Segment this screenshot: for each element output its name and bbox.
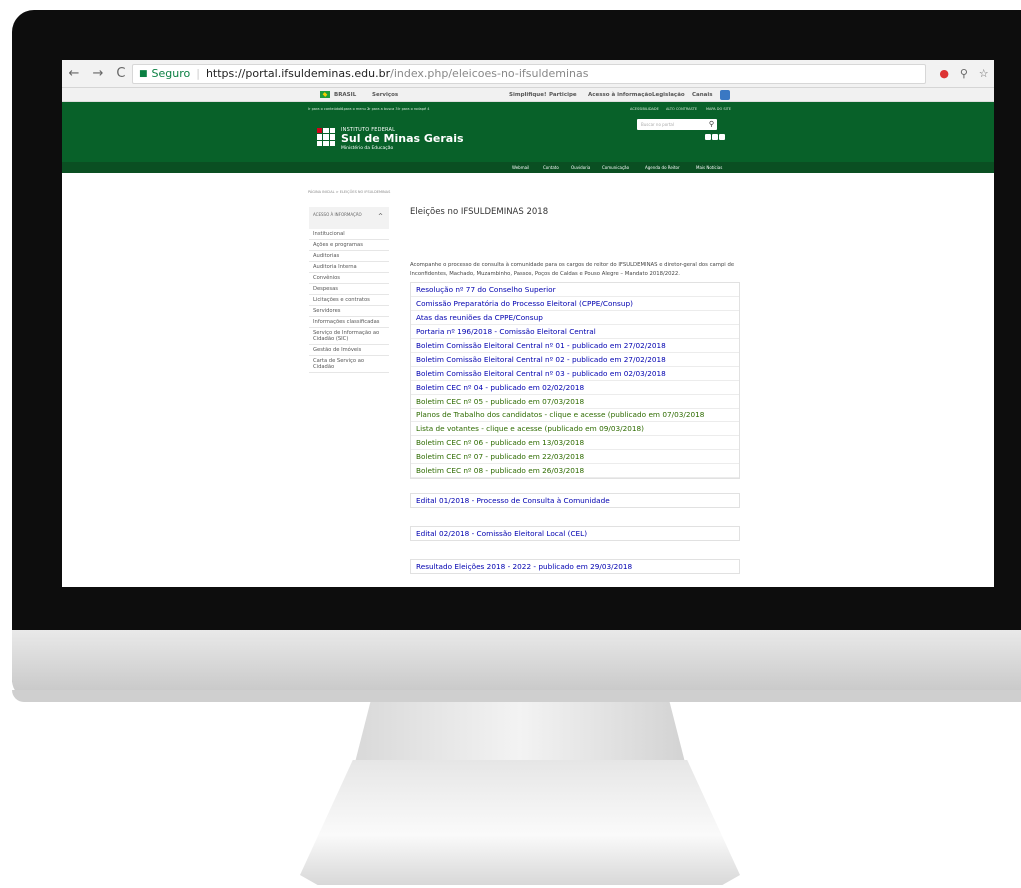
sidebar-heading-label: ACESSO À INFORMAÇÃO	[313, 212, 362, 217]
screen: ← → C ■ Seguro | https://portal.ifsuldem…	[62, 60, 994, 587]
high-contrast-link[interactable]: ALTO CONTRASTE	[666, 107, 697, 111]
menu-ouvidoria[interactable]: Ouvidoria	[571, 165, 590, 170]
govbar-legislacao[interactable]: Legislação	[652, 92, 685, 98]
sidebar-item[interactable]: Convênios	[309, 273, 389, 284]
document-link[interactable]: Boletim CEC nº 07 - publicado em 22/03/2…	[411, 450, 739, 464]
search-input[interactable]: Buscar no portal ⚲	[637, 119, 717, 130]
edital-01-link[interactable]: Edital 01/2018 - Processo de Consulta à …	[410, 493, 740, 508]
site-title[interactable]: Sul de Minas Gerais	[341, 132, 464, 145]
ministry-label: Ministério da Educação	[341, 146, 394, 151]
search-placeholder: Buscar no portal	[641, 122, 674, 127]
canais-icon[interactable]	[720, 90, 730, 100]
site-header: Ir para o conteúdo 1 Ir para o menu 2 Ir…	[62, 102, 994, 162]
sidebar-item[interactable]: Serviço de Informação ao Cidadão (SIC)	[309, 328, 389, 345]
govbar-canais[interactable]: Canais	[692, 92, 713, 98]
address-separator: |	[196, 67, 200, 80]
intro-text: Acompanhe o processo de consulta à comun…	[410, 262, 735, 277]
lock-icon: ■	[139, 68, 148, 79]
institute-logo-icon[interactable]	[317, 128, 335, 146]
browser-toolbar: ← → C ■ Seguro | https://portal.ifsuldem…	[62, 60, 994, 88]
youtube-icon[interactable]	[712, 134, 718, 140]
social-links	[705, 134, 725, 140]
sidebar-heading[interactable]: ACESSO À INFORMAÇÃO ^	[309, 207, 389, 229]
zoom-icon[interactable]: ⚲	[960, 67, 968, 80]
document-link[interactable]: Portaria nº 196/2018 - Comissão Eleitora…	[411, 325, 739, 339]
document-link[interactable]: Boletim Comissão Eleitoral Central nº 01…	[411, 339, 739, 353]
sitemap-link[interactable]: MAPA DO SITE	[706, 107, 731, 111]
breadcrumb[interactable]: PÁGINA INICIAL > ELEIÇÕES NO IFSULDEMINA…	[308, 190, 390, 194]
govbar-simplifique[interactable]: Simplifique!	[509, 92, 546, 98]
search-icon[interactable]: ⚲	[709, 120, 714, 128]
forward-icon[interactable]: →	[92, 66, 103, 81]
menu-webmail[interactable]: Webmail	[512, 165, 529, 170]
document-link[interactable]: Boletim CEC nº 04 - publicado em 02/02/2…	[411, 381, 739, 395]
address-bar[interactable]: ■ Seguro | https://portal.ifsuldeminas.e…	[132, 63, 926, 84]
chevron-up-icon[interactable]: ^	[378, 213, 383, 220]
back-icon[interactable]: ←	[69, 66, 80, 81]
reload-icon[interactable]: C	[116, 66, 125, 81]
menu-comunicacao[interactable]: Comunicação	[602, 165, 629, 170]
govbar-servicos[interactable]: Serviços	[372, 92, 398, 98]
link-list: Resolução nº 77 do Conselho Superior Com…	[410, 282, 740, 479]
document-link[interactable]: Boletim Comissão Eleitoral Central nº 03…	[411, 367, 739, 381]
document-link[interactable]: Boletim CEC nº 08 - publicado em 26/03/2…	[411, 464, 739, 478]
document-link[interactable]: Comissão Preparatória do Processo Eleito…	[411, 297, 739, 311]
sidebar-item[interactable]: Licitações e contratos	[309, 295, 389, 306]
menu-contato[interactable]: Contato	[543, 165, 559, 170]
document-link[interactable]: Resolução nº 77 do Conselho Superior	[411, 283, 739, 297]
top-menu: Webmail Contato Ouvidoria Comunicação Ag…	[62, 162, 994, 173]
skip-search-link[interactable]: Ir para a busca 3	[368, 107, 398, 111]
sidebar-item[interactable]: Carta de Serviço ao Cidadão	[309, 356, 389, 373]
edital-02-link[interactable]: Edital 02/2018 - Comissão Eleitoral Loca…	[410, 526, 740, 541]
document-link[interactable]: Atas das reuniões da CPPE/Consup	[411, 311, 739, 325]
sidebar-item[interactable]: Ações e programas	[309, 240, 389, 251]
twitter-icon[interactable]	[705, 134, 711, 140]
sidebar-item[interactable]: Despesas	[309, 284, 389, 295]
accessibility-link[interactable]: ACESSIBILIDADE	[630, 107, 659, 111]
sidebar-item[interactable]: Informações classificadas	[309, 317, 389, 328]
document-link[interactable]: Planos de Trabalho dos candidatos - cliq…	[411, 409, 739, 422]
sidebar-item[interactable]: Auditoria Interna	[309, 262, 389, 273]
sidebar-item[interactable]: Gestão de Imóveis	[309, 345, 389, 356]
url-host: https://portal.ifsuldeminas.edu.br	[205, 67, 391, 80]
skip-menu-link[interactable]: Ir para o menu 2	[340, 107, 369, 111]
sidebar-item[interactable]: Servidores	[309, 306, 389, 317]
govbar-participe[interactable]: Participe	[549, 92, 577, 98]
government-bar: BRASIL Serviços Simplifique! Participe A…	[62, 88, 994, 102]
bookmark-star-icon[interactable]: ☆	[979, 67, 989, 80]
browser-nav: ← → C	[62, 66, 132, 81]
document-link[interactable]: Lista de votantes - clique e acesse (pub…	[411, 422, 739, 436]
secure-label: Seguro	[151, 67, 191, 80]
monitor-stand-base	[300, 760, 740, 885]
document-link[interactable]: Boletim CEC nº 05 - publicado em 07/03/2…	[411, 395, 739, 409]
brazil-flag-icon	[320, 91, 330, 98]
monitor-chin-edge	[12, 690, 1021, 702]
page-title: Eleições no IFSULDEMINAS 2018	[410, 207, 549, 217]
toolbar-icons: ● ⚲ ☆	[934, 67, 994, 80]
facebook-icon[interactable]	[719, 134, 725, 140]
extension-icon[interactable]: ●	[939, 67, 949, 80]
main-content: Eleições no IFSULDEMINAS 2018 Acompanhe …	[410, 207, 740, 574]
skip-content-link[interactable]: Ir para o conteúdo 1	[308, 107, 344, 111]
document-link[interactable]: Boletim Comissão Eleitoral Central nº 02…	[411, 353, 739, 367]
menu-noticias[interactable]: Mais Notícias	[696, 165, 722, 170]
govbar-acesso[interactable]: Acesso à informação	[588, 92, 652, 98]
document-link[interactable]: Boletim CEC nº 06 - publicado em 13/03/2…	[411, 436, 739, 450]
sidebar-item[interactable]: Auditorias	[309, 251, 389, 262]
govbar-brasil[interactable]: BRASIL	[334, 92, 356, 98]
resultado-link[interactable]: Resultado Eleições 2018 - 2022 - publica…	[410, 559, 740, 574]
sidebar: ACESSO À INFORMAÇÃO ^ Institucional Açõe…	[309, 207, 389, 373]
sidebar-item[interactable]: Institucional	[309, 229, 389, 240]
menu-agenda[interactable]: Agenda do Reitor	[645, 165, 680, 170]
skip-footer-link[interactable]: Ir para o rodapé 4	[398, 107, 430, 111]
url-path: /index.php/eleicoes-no-ifsuldeminas	[390, 67, 589, 80]
